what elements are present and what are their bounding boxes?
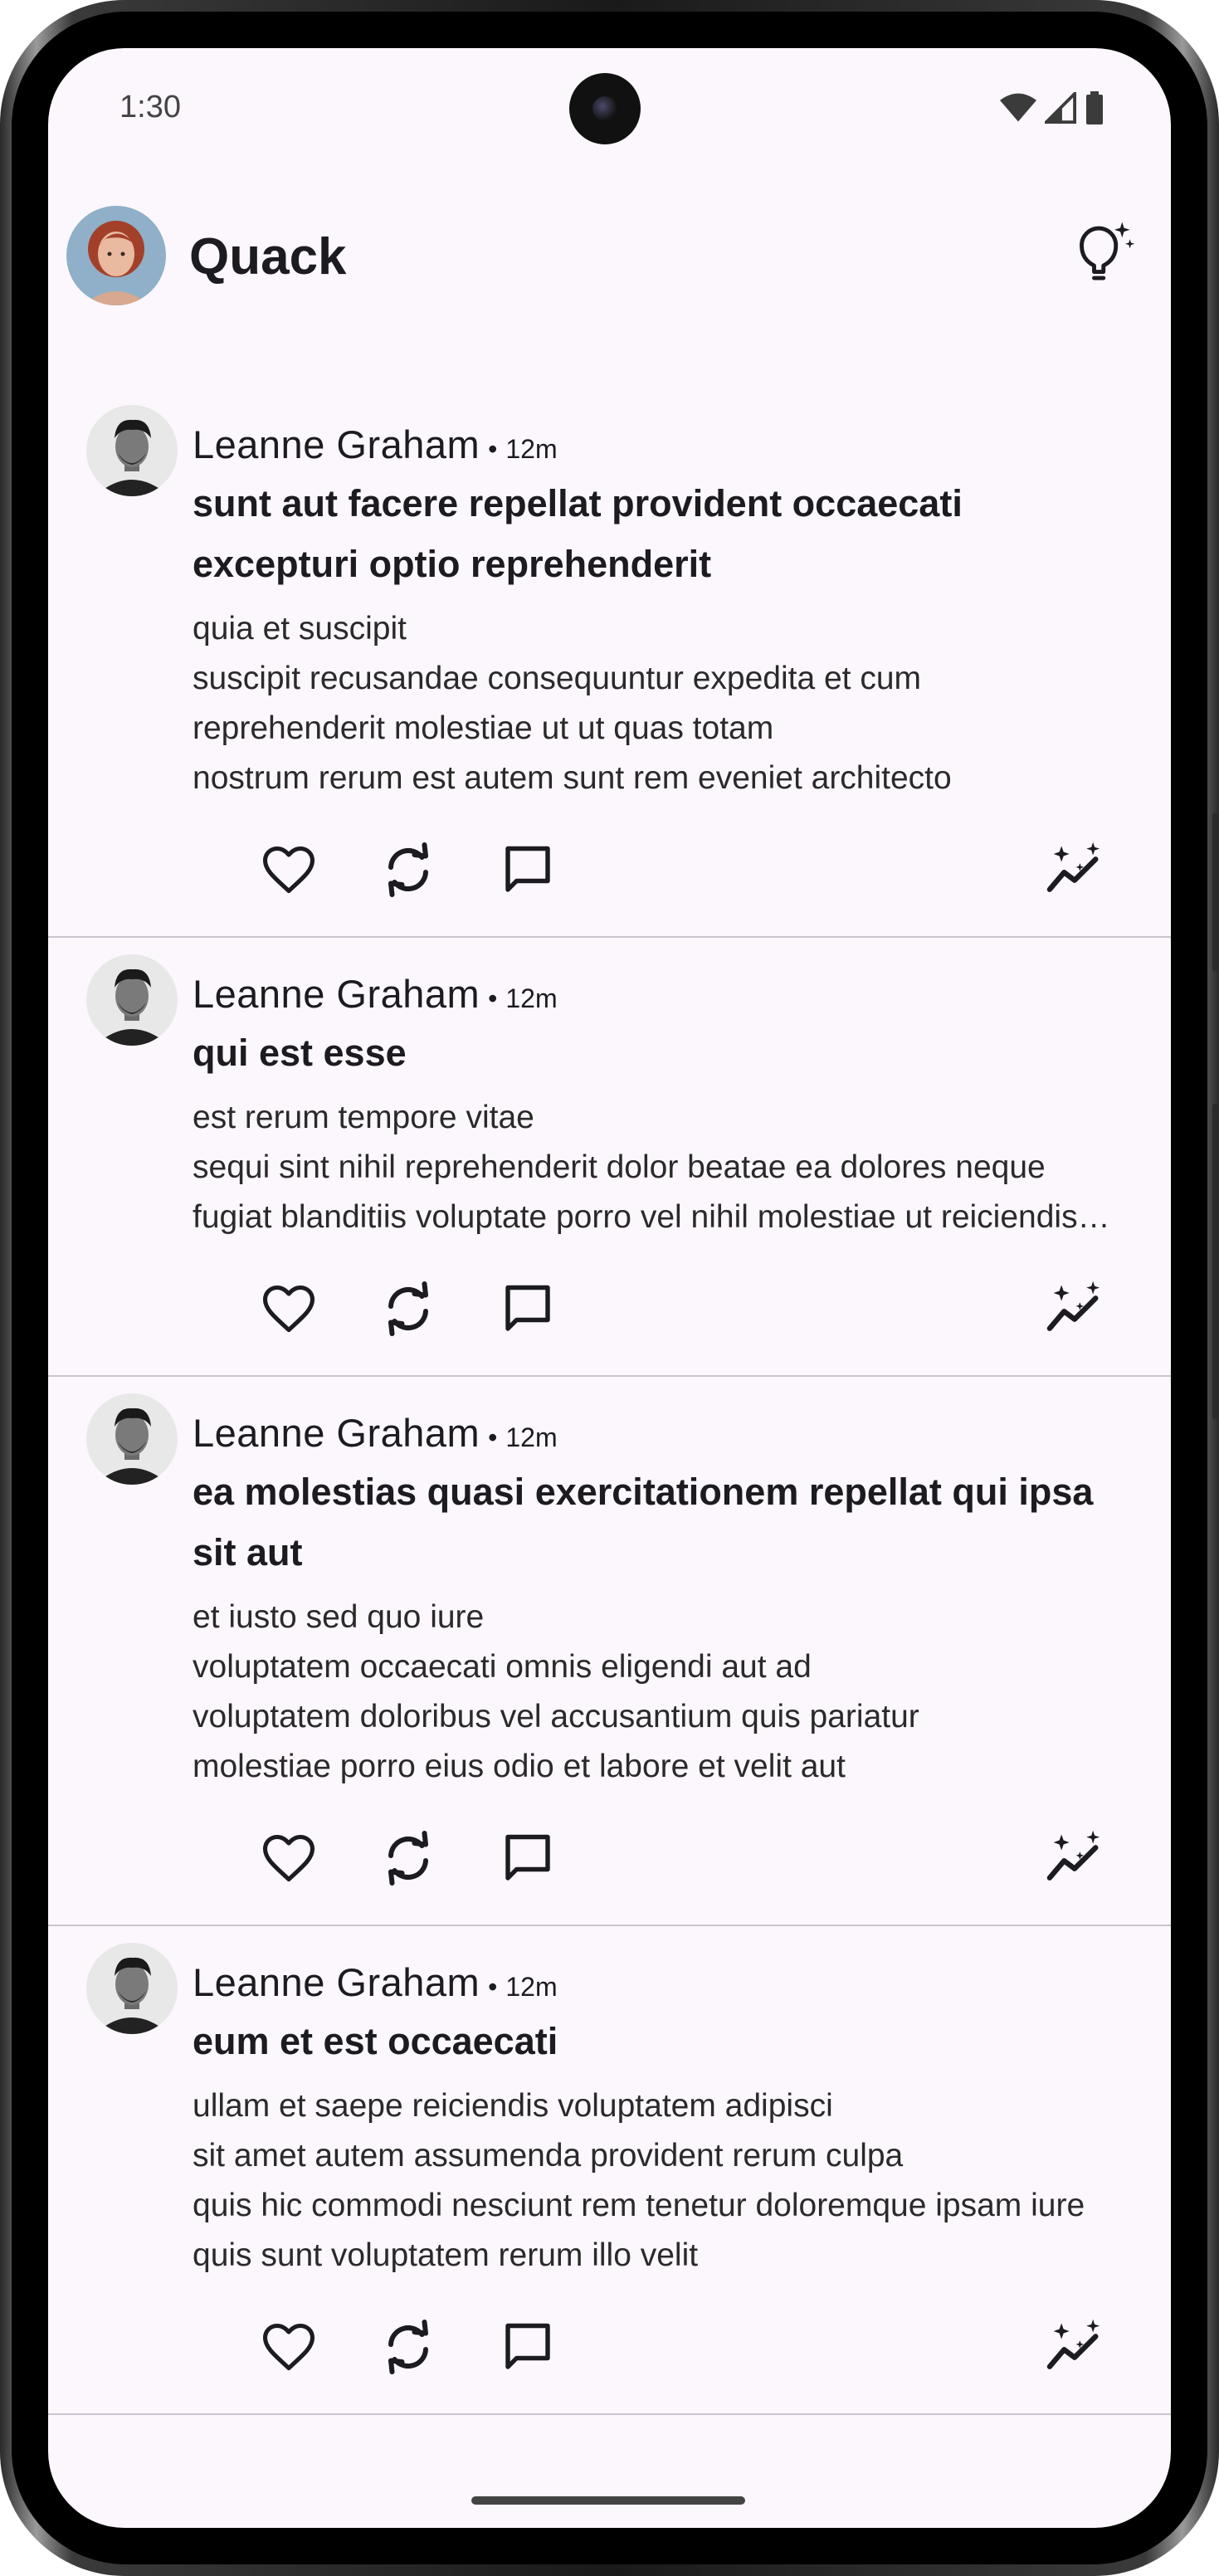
like-button[interactable] [256, 1276, 322, 1342]
summarize-sparkle-icon [1046, 842, 1100, 892]
app-title: Quack [189, 228, 347, 285]
post-time: 12m [505, 983, 558, 1013]
status-icons [1000, 91, 1104, 124]
post-meta: Leanne Graham • 12m [193, 938, 1133, 1016]
top-app-bar: Quack [48, 198, 1171, 314]
repost-icon [388, 2320, 428, 2374]
lightbulb-sparkle-button[interactable] [1063, 216, 1138, 290]
author-name[interactable]: Leanne Graham [193, 971, 480, 1017]
post-card[interactable]: Leanne Graham • 12m sunt aut facere repe… [48, 388, 1171, 938]
repost-icon [388, 842, 428, 897]
comment-icon [505, 846, 550, 892]
summarize-sparkle-icon [1046, 2319, 1100, 2369]
front-camera [569, 73, 641, 144]
heart-icon [262, 1285, 315, 1333]
repost-icon [388, 1831, 428, 1886]
post-body: quia et suscipit suscipit recusandae con… [193, 611, 952, 796]
comment-icon [505, 2323, 550, 2369]
post-meta: Leanne Graham • 12m [193, 388, 1133, 466]
comment-button[interactable] [495, 1276, 561, 1342]
volume-button [1212, 813, 1219, 971]
repost-button[interactable] [375, 1276, 441, 1342]
meta-separator: • [488, 434, 498, 464]
post-card[interactable]: Leanne Graham • 12m qui est esse est rer… [48, 938, 1171, 1377]
repost-icon [388, 1281, 428, 1336]
author-avatar[interactable] [86, 954, 178, 1046]
post-title: sunt aut facere repellat provident occae… [193, 482, 963, 585]
comment-button[interactable] [495, 837, 561, 903]
post-body: est rerum tempore vitae sequi sint nihil… [193, 1100, 1110, 1235]
summarize-sparkle-icon [1046, 1281, 1100, 1331]
post-actions [193, 803, 1133, 936]
summarize-sparkle-icon [1046, 1830, 1100, 1881]
signal-icon [1045, 92, 1076, 124]
post-title: ea molestias quasi exercitationem repell… [193, 1471, 1094, 1573]
author-name[interactable]: Leanne Graham [193, 422, 480, 467]
comment-button[interactable] [495, 2314, 561, 2380]
heart-icon [262, 846, 315, 894]
summarize-button[interactable] [1041, 837, 1108, 903]
post-body: et iusto sed quo iure voluptatem occaeca… [193, 1599, 919, 1784]
author-avatar[interactable] [86, 405, 178, 496]
post-meta: Leanne Graham • 12m [193, 1926, 1133, 2004]
like-button[interactable] [256, 1825, 322, 1891]
author-avatar[interactable] [86, 1943, 178, 2034]
meta-separator: • [488, 1422, 498, 1452]
status-time: 1:30 [119, 90, 181, 124]
status-bar: 1:30 [48, 48, 1171, 181]
post-actions [193, 1792, 1133, 1925]
comment-icon [505, 1285, 550, 1331]
summarize-button[interactable] [1041, 1825, 1108, 1891]
meta-separator: • [488, 983, 498, 1013]
repost-button[interactable] [375, 2314, 441, 2380]
post-time: 12m [505, 1422, 558, 1452]
power-button [1212, 1104, 1219, 1419]
author-avatar[interactable] [86, 1393, 178, 1485]
post-feed: Leanne Graham • 12m sunt aut facere repe… [48, 388, 1171, 2415]
post-time: 12m [505, 1972, 558, 2002]
screen: 1:30 Quack Leanne Graham • 12m sunt aut … [48, 48, 1171, 2528]
author-name[interactable]: Leanne Graham [193, 1959, 480, 2005]
author-name[interactable]: Leanne Graham [193, 1410, 480, 1456]
comment-icon [505, 1834, 550, 1881]
meta-separator: • [488, 1972, 498, 2002]
post-body: ullam et saepe reiciendis voluptatem adi… [193, 2088, 1085, 2273]
heart-icon [262, 1834, 315, 1882]
lightbulb-sparkle-icon [1080, 222, 1135, 281]
post-actions [193, 2281, 1133, 2413]
heart-icon [262, 2323, 315, 2371]
post-card[interactable]: Leanne Graham • 12m eum et est occaecati… [48, 1926, 1171, 2415]
comment-button[interactable] [495, 1825, 561, 1891]
like-button[interactable] [256, 2314, 322, 2380]
battery-icon [1086, 91, 1103, 124]
summarize-button[interactable] [1041, 2314, 1108, 2380]
post-actions [193, 1242, 1133, 1375]
post-meta: Leanne Graham • 12m [193, 1377, 1133, 1455]
wifi-icon [1000, 93, 1036, 122]
user-avatar[interactable] [66, 206, 166, 305]
home-indicator[interactable] [471, 2496, 745, 2505]
repost-button[interactable] [375, 837, 441, 903]
like-button[interactable] [256, 837, 322, 903]
post-title: eum et est occaecati [193, 2020, 558, 2062]
summarize-button[interactable] [1041, 1276, 1108, 1342]
post-title: qui est esse [193, 1032, 407, 1074]
post-time: 12m [505, 434, 558, 464]
repost-button[interactable] [375, 1825, 441, 1891]
post-card[interactable]: Leanne Graham • 12m ea molestias quasi e… [48, 1377, 1171, 1926]
